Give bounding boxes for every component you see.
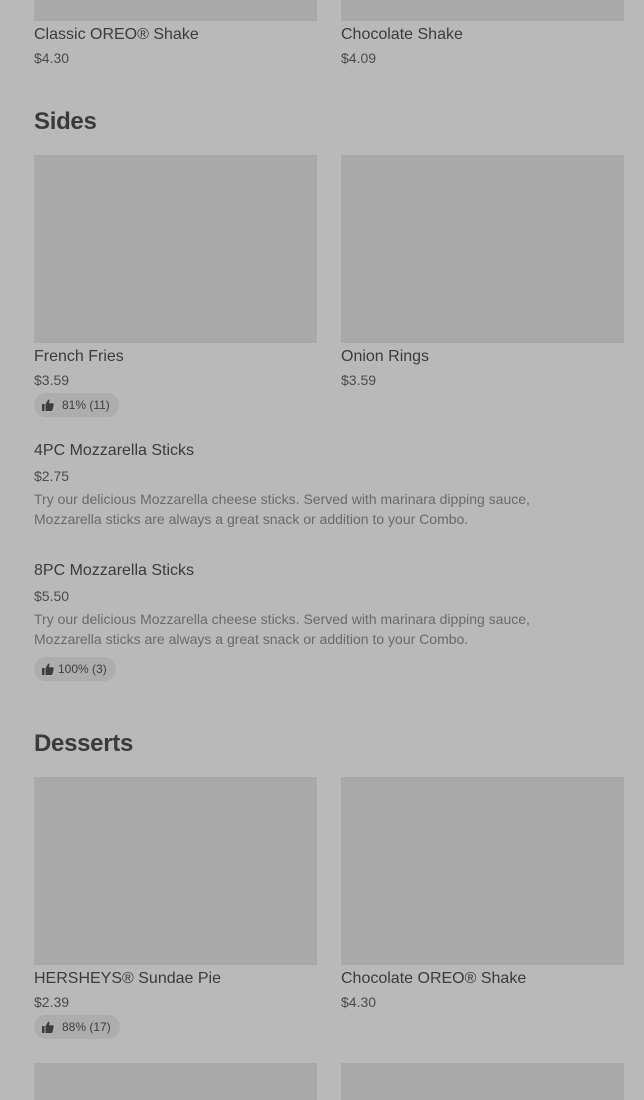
item-price: $4.30	[34, 50, 70, 66]
item-price: $4.30	[341, 994, 377, 1010]
section-title-desserts: Desserts	[34, 730, 134, 757]
list-item-name[interactable]: 8PC Mozzarella Sticks	[34, 561, 194, 581]
list-item-price: $2.75	[34, 468, 70, 484]
item-image[interactable]	[34, 0, 317, 21]
rating-text: 100% (3)	[58, 662, 107, 676]
item-image[interactable]	[34, 777, 317, 965]
list-item-name[interactable]: 4PC Mozzarella Sticks	[34, 441, 194, 461]
item-name[interactable]: Chocolate Shake	[341, 25, 463, 45]
item-image[interactable]	[341, 777, 624, 965]
item-name[interactable]: HERSHEYS® Sundae Pie	[34, 969, 221, 989]
item-name[interactable]: Onion Rings	[341, 347, 429, 367]
item-image[interactable]	[34, 1063, 317, 1100]
item-name[interactable]: Classic OREO® Shake	[34, 25, 199, 45]
rating-text: 88% (17)	[62, 1020, 111, 1034]
item-price: $3.59	[341, 372, 377, 388]
item-image[interactable]	[341, 1063, 624, 1100]
item-price: $2.39	[34, 994, 70, 1010]
list-item-price: $5.50	[34, 588, 70, 604]
item-price: $4.09	[341, 50, 377, 66]
thumbs-up-icon	[42, 1021, 54, 1033]
item-image[interactable]	[341, 155, 624, 343]
list-item-description: Try our delicious Mozzarella cheese stic…	[34, 491, 530, 527]
item-name[interactable]: French Fries	[34, 347, 124, 367]
item-image[interactable]	[341, 0, 624, 21]
rating-text: 81% (11)	[62, 398, 110, 412]
thumbs-up-icon	[42, 399, 54, 411]
item-name[interactable]: Chocolate OREO® Shake	[341, 969, 526, 989]
item-price: $3.59	[34, 372, 70, 388]
rating-badge: 88% (17)	[34, 1015, 120, 1039]
thumbs-up-icon	[42, 663, 54, 675]
list-item-description: Try our delicious Mozzarella cheese stic…	[34, 611, 530, 647]
rating-badge: 100% (3)	[34, 657, 116, 681]
rating-badge: 81% (11)	[34, 393, 119, 417]
item-image[interactable]	[34, 155, 317, 343]
section-title-sides: Sides	[34, 108, 97, 135]
